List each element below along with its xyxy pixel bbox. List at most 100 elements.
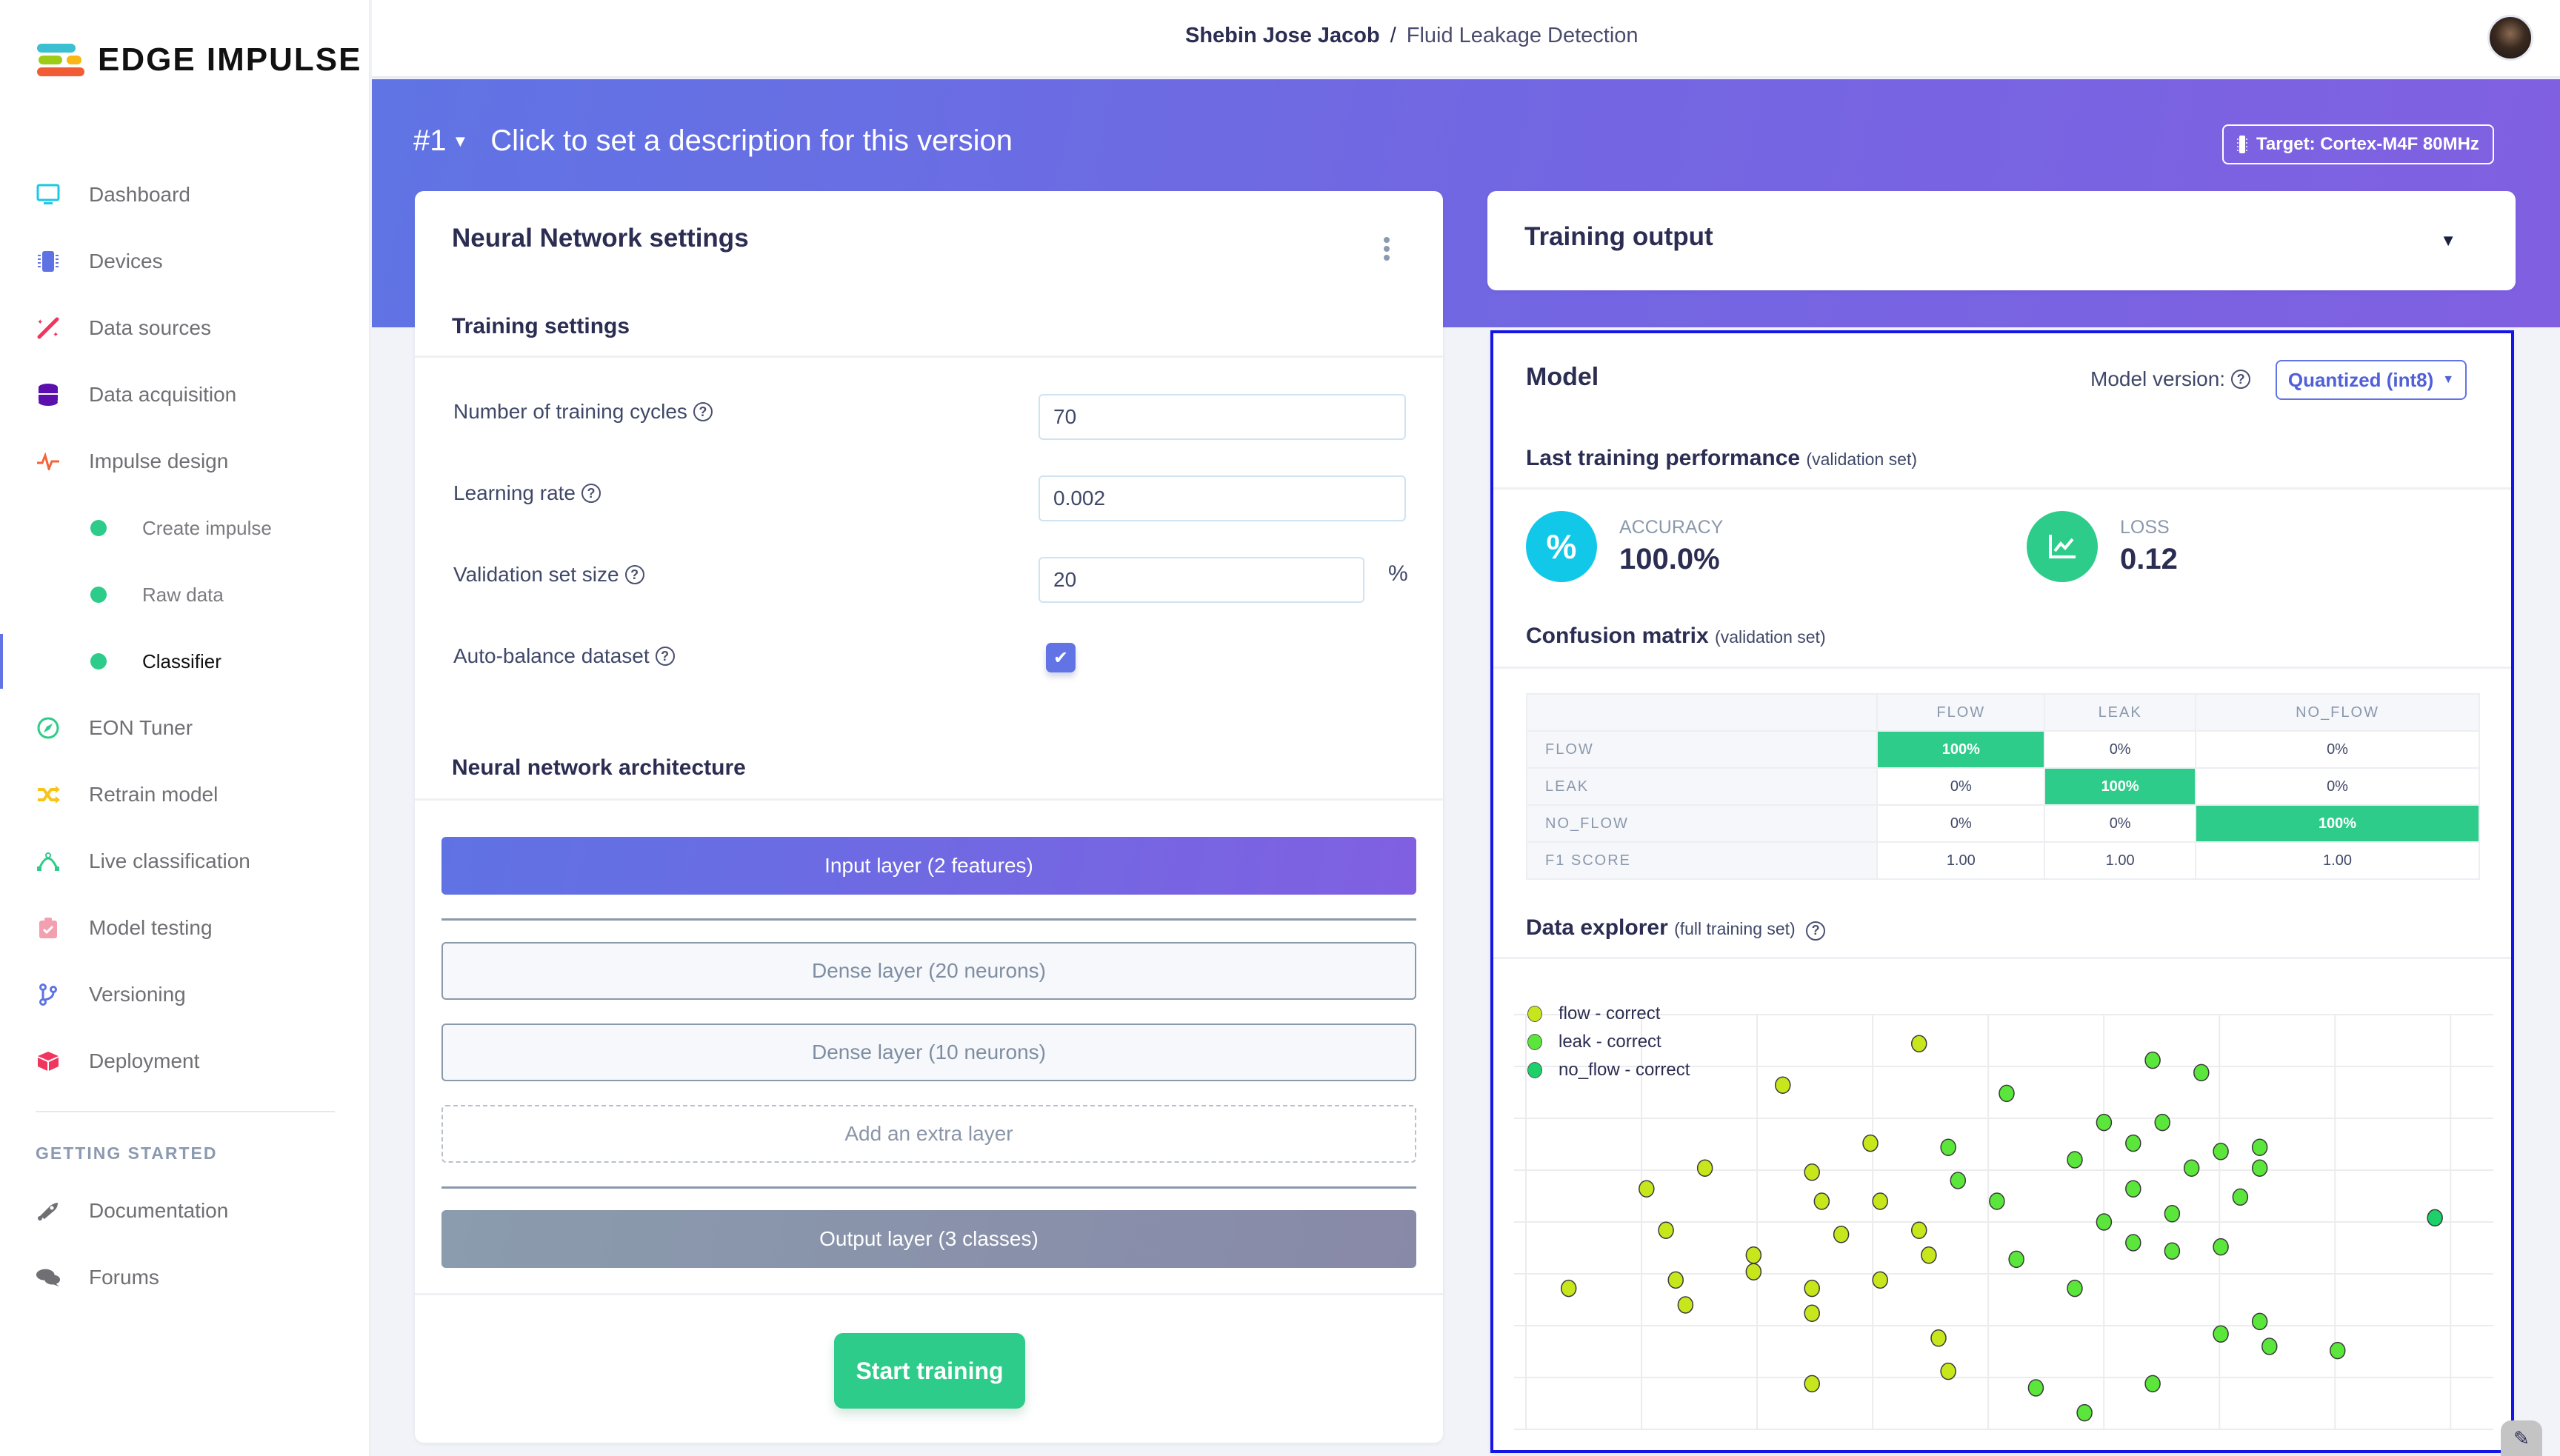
- feedback-button[interactable]: ✎: [2501, 1420, 2542, 1456]
- scatter-point[interactable]: [2027, 1379, 2044, 1397]
- caret-down-icon[interactable]: ▼: [2440, 231, 2456, 250]
- scatter-point[interactable]: [2125, 1134, 2141, 1152]
- sidebar-item-model-testing[interactable]: Model testing: [0, 895, 370, 961]
- legend-item-flow[interactable]: flow - correct: [1527, 1000, 1690, 1028]
- sidebar-item-impulse-design[interactable]: Impulse design: [0, 428, 370, 495]
- help-icon[interactable]: ?: [581, 484, 601, 503]
- version-description[interactable]: Click to set a description for this vers…: [490, 124, 1013, 158]
- scatter-point[interactable]: [1745, 1246, 1762, 1264]
- sidebar-item-dashboard[interactable]: Dashboard: [0, 161, 370, 228]
- validation-set-size-input[interactable]: [1039, 557, 1364, 603]
- target-device-button[interactable]: Target: Cortex-M4F 80MHz: [2222, 124, 2494, 164]
- output-layer[interactable]: Output layer (3 classes): [441, 1210, 1416, 1268]
- sidebar-item-eon-tuner[interactable]: EON Tuner: [0, 695, 370, 761]
- scatter-point[interactable]: [1910, 1035, 1927, 1052]
- scatter-point[interactable]: [1745, 1263, 1762, 1280]
- scatter-point[interactable]: [2076, 1403, 2093, 1422]
- sidebar-item-deployment[interactable]: Deployment: [0, 1028, 370, 1095]
- scatter-point[interactable]: [1658, 1221, 1674, 1239]
- scatter-point[interactable]: [2427, 1209, 2443, 1227]
- scatter-point[interactable]: [2213, 1143, 2229, 1161]
- scatter-point[interactable]: [1940, 1362, 1956, 1380]
- scatter-point[interactable]: [1677, 1296, 1694, 1314]
- scatter-point[interactable]: [1833, 1226, 1850, 1243]
- scatter-point[interactable]: [2193, 1063, 2210, 1082]
- scatter-point[interactable]: [2144, 1051, 2161, 1069]
- add-layer-button[interactable]: Add an extra layer: [441, 1105, 1416, 1163]
- scatter-point[interactable]: [2067, 1151, 2083, 1169]
- scatter-point[interactable]: [2096, 1113, 2113, 1132]
- scatter-point[interactable]: [1667, 1271, 1684, 1289]
- scatter-point[interactable]: [2330, 1341, 2346, 1360]
- scatter-point[interactable]: [1804, 1304, 1820, 1322]
- scatter-point[interactable]: [1696, 1159, 1713, 1177]
- scatter-point[interactable]: [2213, 1238, 2229, 1256]
- scatter-point[interactable]: [1930, 1329, 1947, 1347]
- scatter-point[interactable]: [1921, 1246, 1937, 1264]
- scatter-point[interactable]: [2164, 1205, 2181, 1223]
- sidebar-subitem-create-impulse[interactable]: Create impulse: [0, 495, 370, 561]
- help-icon[interactable]: ?: [2231, 370, 2251, 389]
- sidebar-item-data-acquisition[interactable]: Data acquisition: [0, 361, 370, 428]
- sidebar-item-data-sources[interactable]: ✦ ✦ Data sources: [0, 295, 370, 361]
- scatter-point[interactable]: [1872, 1192, 1888, 1210]
- sidebar-item-retrain-model[interactable]: Retrain model: [0, 761, 370, 828]
- scatter-point[interactable]: [2183, 1159, 2200, 1177]
- help-icon[interactable]: ?: [624, 565, 644, 584]
- sidebar-item-forums[interactable]: Forums: [0, 1244, 370, 1311]
- scatter-point[interactable]: [2067, 1279, 2083, 1298]
- scatter-point[interactable]: [1813, 1192, 1830, 1210]
- scatter-point[interactable]: [2213, 1325, 2229, 1343]
- sidebar-item-versioning[interactable]: Versioning: [0, 961, 370, 1028]
- sidebar-item-documentation[interactable]: Documentation: [0, 1178, 370, 1244]
- scatter-point[interactable]: [2251, 1159, 2268, 1177]
- scatter-point[interactable]: [1804, 1279, 1820, 1298]
- scatter-point[interactable]: [2261, 1338, 2278, 1355]
- breadcrumb-project[interactable]: Fluid Leakage Detection: [1407, 24, 1639, 48]
- legend-item-leak[interactable]: leak - correct: [1527, 1028, 1690, 1056]
- scatter-point[interactable]: [1910, 1221, 1927, 1239]
- help-icon[interactable]: ?: [655, 647, 675, 666]
- scatter-point[interactable]: [2251, 1312, 2268, 1331]
- scatter-point[interactable]: [2125, 1234, 2141, 1252]
- start-training-button[interactable]: Start training: [834, 1333, 1025, 1409]
- scatter-point[interactable]: [2125, 1180, 2141, 1198]
- sidebar-subitem-classifier[interactable]: Classifier: [0, 628, 370, 695]
- scatter-point[interactable]: [1560, 1279, 1577, 1298]
- scatter-point[interactable]: [1940, 1138, 1956, 1156]
- help-icon[interactable]: ?: [1806, 921, 1826, 941]
- caret-down-icon[interactable]: ▼: [453, 132, 469, 151]
- scatter-point[interactable]: [2164, 1242, 2181, 1260]
- version-number[interactable]: #1: [413, 124, 447, 158]
- sidebar-item-devices[interactable]: Devices: [0, 228, 370, 295]
- scatter-point[interactable]: [2232, 1188, 2249, 1206]
- scatter-point[interactable]: [1804, 1163, 1820, 1181]
- auto-balance-checkbox[interactable]: ✔: [1046, 643, 1076, 672]
- scatter-point[interactable]: [1989, 1192, 2005, 1210]
- scatter-point[interactable]: [1999, 1084, 2015, 1103]
- scatter-point[interactable]: [1639, 1180, 1655, 1198]
- sidebar-subitem-raw-data[interactable]: Raw data: [0, 561, 370, 628]
- dense-layer-10[interactable]: Dense layer (10 neurons): [441, 1023, 1416, 1081]
- scatter-point[interactable]: [1872, 1271, 1888, 1289]
- more-options-icon[interactable]: [1382, 237, 1391, 261]
- model-version-select[interactable]: Quantized (int8) ▼: [2276, 360, 2467, 400]
- scatter-point[interactable]: [1804, 1375, 1820, 1393]
- breadcrumb-user[interactable]: Shebin Jose Jacob: [1185, 24, 1380, 48]
- scatter-point[interactable]: [2154, 1113, 2170, 1132]
- logo[interactable]: EDGE IMPULSE: [37, 41, 362, 79]
- sidebar-item-live-classification[interactable]: Live classification: [0, 828, 370, 895]
- training-cycles-input[interactable]: [1039, 394, 1406, 440]
- scatter-point[interactable]: [1862, 1134, 1879, 1152]
- training-output-card[interactable]: Training output ▼: [1487, 191, 2516, 290]
- scatter-point[interactable]: [2008, 1250, 2024, 1269]
- scatter-point[interactable]: [2144, 1375, 2161, 1393]
- scatter-point[interactable]: [2251, 1138, 2268, 1156]
- scatter-point[interactable]: [1775, 1076, 1791, 1094]
- avatar[interactable]: [2487, 15, 2533, 61]
- dense-layer-20[interactable]: Dense layer (20 neurons): [441, 942, 1416, 1000]
- help-icon[interactable]: ?: [693, 402, 713, 421]
- scatter-point[interactable]: [2096, 1213, 2113, 1231]
- input-layer[interactable]: Input layer (2 features): [441, 837, 1416, 895]
- scatter-point[interactable]: [1950, 1172, 1967, 1189]
